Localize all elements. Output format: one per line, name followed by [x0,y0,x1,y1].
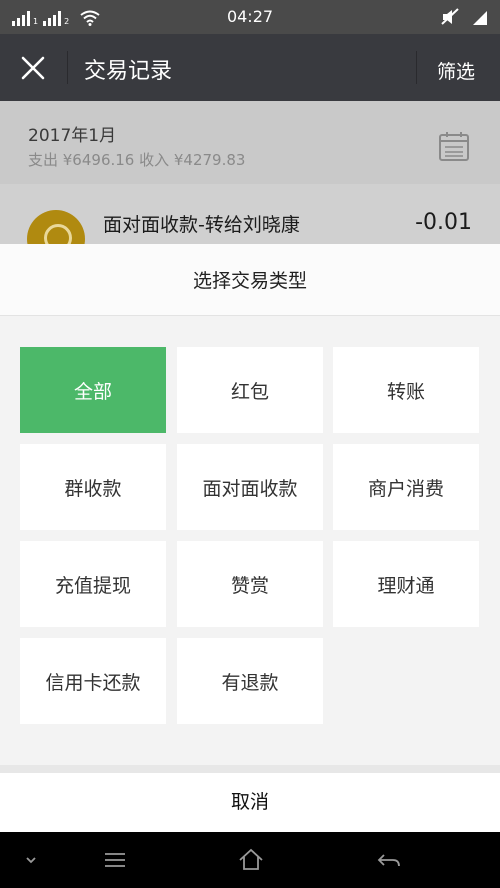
type-option[interactable]: 充值提现 [20,541,166,627]
cancel-button[interactable]: 取消 [0,787,500,814]
type-option[interactable]: 面对面收款 [177,444,323,530]
type-option[interactable]: 信用卡还款 [20,638,166,724]
record-title: 面对面收款-转给刘晓康 [103,214,300,236]
type-option[interactable]: 红包 [177,347,323,433]
menu-icon[interactable] [101,846,129,874]
status-bar: 1 2 04:27 [0,0,500,34]
battery-icon [473,11,487,25]
back-icon[interactable] [375,846,403,874]
close-icon[interactable] [20,55,46,81]
clock: 04:27 [226,7,274,26]
type-option[interactable]: 商户消费 [333,444,479,530]
month-summary: 2017年1月 支出 ¥6496.16 收入 ¥4279.83 [0,101,500,184]
list-item[interactable]: 面对面收款-转给刘晓康 -0.01 [0,184,500,244]
transaction-type-sheet: 选择交易类型 全部 红包 转账 群收款 面对面收款 商户消费 充值提现 赞赏 理… [0,244,500,832]
cancel-bar: 取消 [0,765,500,832]
type-option[interactable]: 全部 [20,347,166,433]
sheet-header: 选择交易类型 [0,244,500,316]
month-label: 2017年1月 [28,126,117,146]
header-divider [416,51,417,84]
type-option[interactable]: 有退款 [177,638,323,724]
system-nav-bar [0,832,500,888]
totals-text: 支出 ¥6496.16 收入 ¥4279.83 [28,151,246,169]
header-divider [67,51,68,84]
mute-icon [441,8,459,25]
sheet-title: 选择交易类型 [192,270,307,292]
type-option[interactable]: 赞赏 [177,541,323,627]
page-title: 交易记录 [84,59,173,84]
transaction-icon [27,210,85,244]
type-option[interactable]: 理财通 [333,541,479,627]
calendar-icon[interactable] [438,130,470,162]
chevron-down-icon[interactable] [17,846,45,874]
type-option[interactable]: 群收款 [20,444,166,530]
filter-button[interactable]: 筛选 [437,57,475,84]
home-icon[interactable] [237,846,265,874]
record-amount: -0.01 [415,210,472,235]
app-header: 交易记录 筛选 [0,34,500,101]
type-option[interactable]: 转账 [333,347,479,433]
